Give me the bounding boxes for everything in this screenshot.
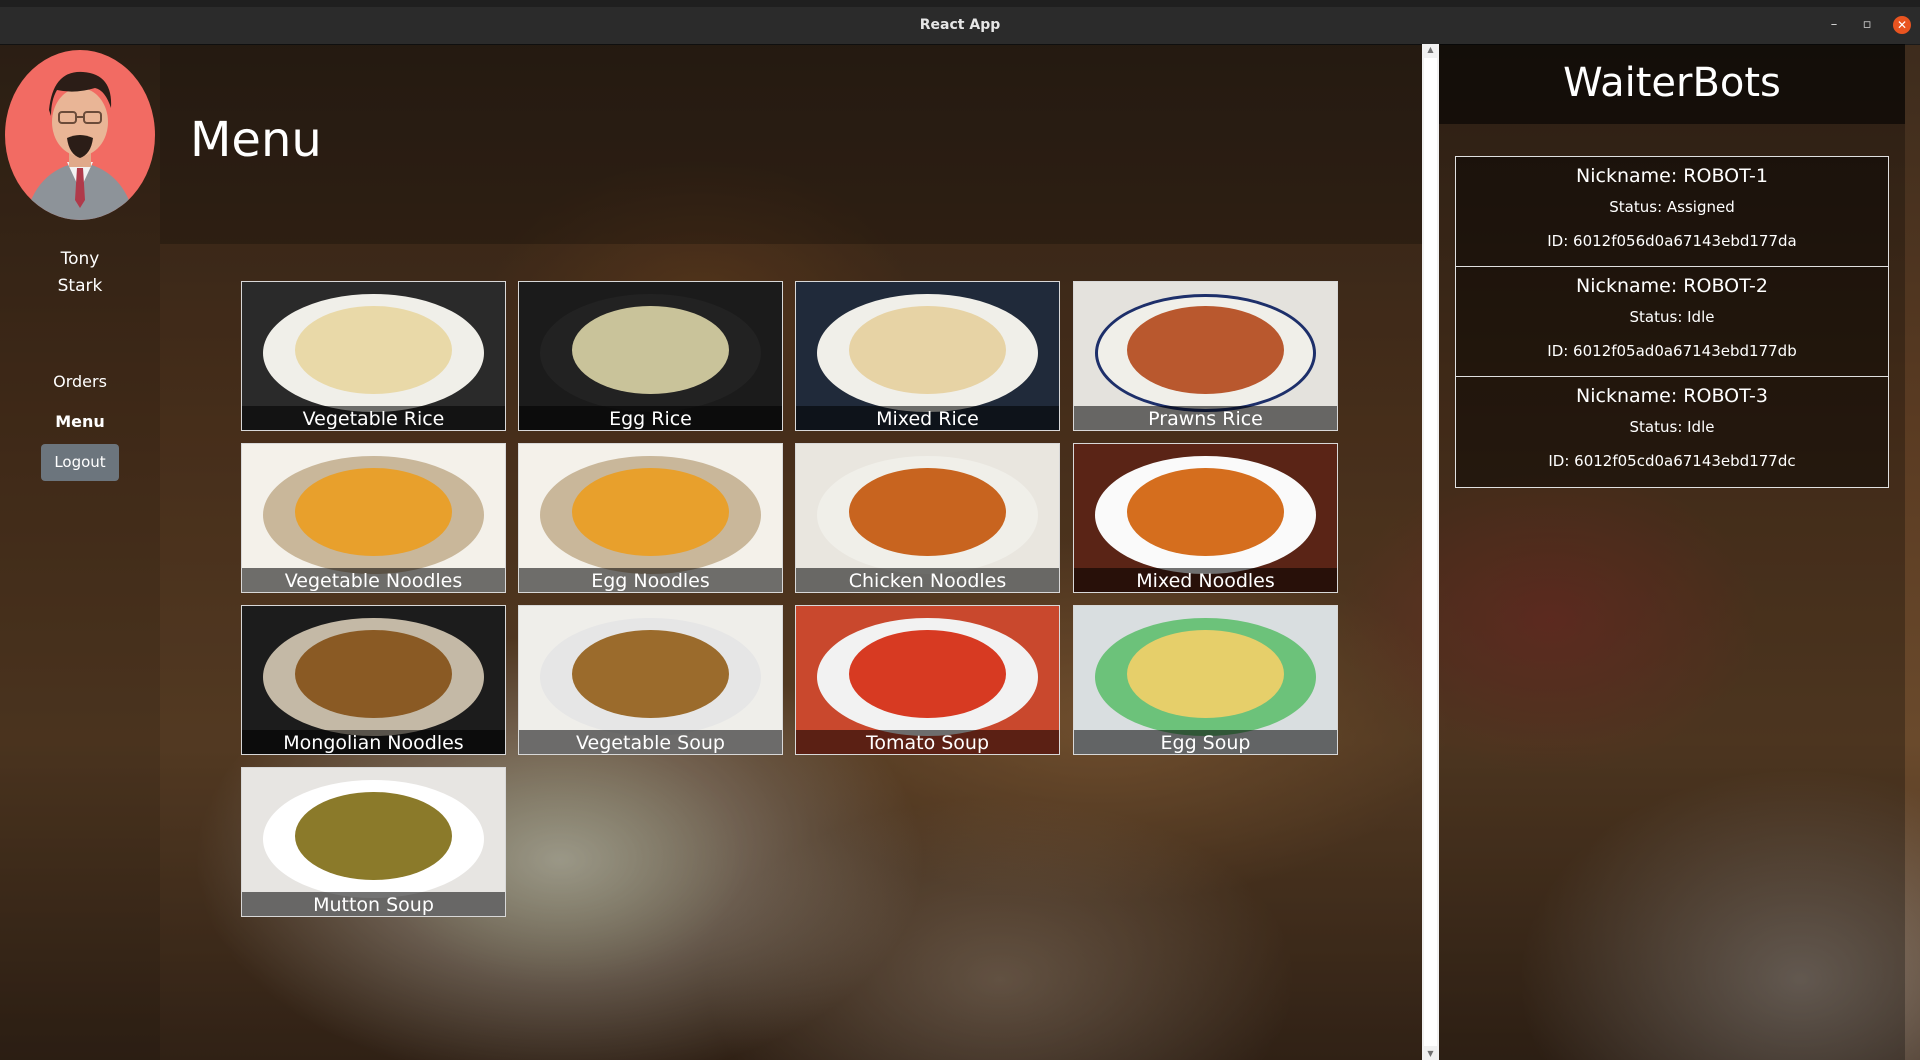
robot-nickname: Nickname: ROBOT-3 [1576,385,1768,407]
user-avatar-icon [25,71,135,220]
robot-nickname: Nickname: ROBOT-2 [1576,275,1768,297]
menu-card-label: Vegetable Noodles [242,568,505,592]
user-name: Tony Stark [0,246,160,300]
menu-card-label: Mutton Soup [242,892,505,916]
scroll-down-icon[interactable]: ▼ [1422,1048,1439,1060]
waiterbots-title: WaiterBots [1563,60,1781,106]
top-panel-strip [0,0,1920,7]
food-fill [848,305,1007,395]
menu-card-label: Chicken Noodles [796,568,1059,592]
page-title: Menu [190,112,322,168]
food-fill [1126,467,1285,557]
food-fill [571,467,730,557]
robot-status: Status: Idle [1629,308,1715,326]
food-fill [1126,629,1285,719]
menu-card-vegetable-rice[interactable]: Vegetable Rice [241,281,506,431]
page-header [160,44,1422,244]
menu-card-label: Egg Soup [1074,730,1337,754]
maximize-icon[interactable]: ▫ [1858,16,1876,34]
avatar [5,50,155,220]
food-fill [294,305,453,395]
menu-card-label: Tomato Soup [796,730,1059,754]
menu-card-vegetable-soup[interactable]: Vegetable Soup [518,605,783,755]
menu-card-tomato-soup[interactable]: Tomato Soup [795,605,1060,755]
menu-card-mixed-noodles[interactable]: Mixed Noodles [1073,443,1338,593]
menu-card-label: Vegetable Soup [519,730,782,754]
menu-card-prawns-rice[interactable]: Prawns Rice [1073,281,1338,431]
robot-status: Status: Assigned [1609,198,1735,216]
window-titlebar: React App – ▫ ✕ [0,0,1920,45]
robot-id: ID: 6012f056d0a67143ebd177da [1547,232,1797,250]
food-fill [294,629,453,719]
menu-card-mixed-rice[interactable]: Mixed Rice [795,281,1060,431]
food-fill [294,791,453,881]
menu-card-chicken-noodles[interactable]: Chicken Noodles [795,443,1060,593]
food-fill [1126,305,1285,395]
scroll-up-icon[interactable]: ▲ [1422,44,1439,56]
menu-card-label: Vegetable Rice [242,406,505,430]
menu-card-label: Egg Noodles [519,568,782,592]
robot-status: Status: Idle [1629,418,1715,436]
food-fill [294,467,453,557]
food-fill [848,629,1007,719]
scroll-thumb[interactable] [1424,58,1437,1046]
robot-nickname: Nickname: ROBOT-1 [1576,165,1768,187]
robot-id: ID: 6012f05ad0a67143ebd177db [1547,342,1797,360]
nav-menu[interactable]: Menu [0,412,160,431]
logout-button[interactable]: Logout [41,444,119,481]
menu-card-egg-noodles[interactable]: Egg Noodles [518,443,783,593]
robot-card[interactable]: Nickname: ROBOT-3 Status: Idle ID: 6012f… [1456,377,1888,487]
food-fill [571,629,730,719]
user-first-name: Tony [60,249,100,269]
menu-card-label: Mongolian Noodles [242,730,505,754]
robot-card[interactable]: Nickname: ROBOT-2 Status: Idle ID: 6012f… [1456,267,1888,377]
menu-card-egg-rice[interactable]: Egg Rice [518,281,783,431]
menu-card-mongolian-noodles[interactable]: Mongolian Noodles [241,605,506,755]
food-fill [571,305,730,395]
close-icon[interactable]: ✕ [1893,16,1911,34]
food-fill [848,467,1007,557]
window-title: React App [919,17,1001,33]
main-scrollbar[interactable]: ▲ ▼ [1422,44,1439,1060]
menu-card-label: Mixed Noodles [1074,568,1337,592]
robot-card[interactable]: Nickname: ROBOT-1 Status: Assigned ID: 6… [1456,157,1888,267]
menu-card-label: Egg Rice [519,406,782,430]
menu-card-label: Mixed Rice [796,406,1059,430]
user-last-name: Stark [57,276,103,296]
robot-list: Nickname: ROBOT-1 Status: Assigned ID: 6… [1455,156,1889,488]
minimize-icon[interactable]: – [1825,16,1843,34]
menu-card-vegetable-noodles[interactable]: Vegetable Noodles [241,443,506,593]
menu-card-mutton-soup[interactable]: Mutton Soup [241,767,506,917]
robot-id: ID: 6012f05cd0a67143ebd177dc [1548,452,1796,470]
menu-card-label: Prawns Rice [1074,406,1337,430]
nav-orders[interactable]: Orders [0,372,160,391]
menu-card-egg-soup[interactable]: Egg Soup [1073,605,1338,755]
